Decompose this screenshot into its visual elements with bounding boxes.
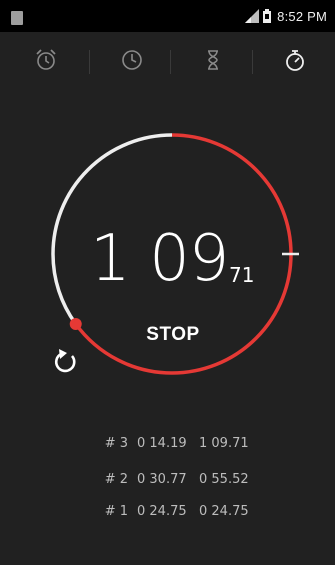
signal-icon bbox=[245, 9, 260, 23]
lap-row: # 2 0 30.77 0 55.52 bbox=[0, 472, 335, 494]
tab-stopwatch[interactable] bbox=[253, 32, 335, 88]
status-icons: 8:52 PM bbox=[245, 7, 327, 25]
elapsed-seconds: 1 09 bbox=[90, 222, 229, 296]
lap-total: 1 09.71 bbox=[199, 436, 249, 451]
tab-bar bbox=[0, 32, 335, 88]
lap-total: 0 24.75 bbox=[199, 504, 249, 519]
tab-alarm[interactable] bbox=[4, 32, 87, 88]
lap-total: 0 55.52 bbox=[199, 472, 249, 487]
lap-row: # 3 0 14.19 1 09.71 bbox=[0, 436, 335, 458]
battery-icon bbox=[263, 9, 272, 23]
stopwatch-icon bbox=[285, 50, 304, 71]
stopwatch-screen: 8:52 PM 1 09 71 STOP # 3 0 14.19 1 09.71… bbox=[0, 0, 335, 565]
lap-split: 0 30.77 bbox=[137, 472, 187, 487]
lap-row: # 1 0 24.75 0 24.75 bbox=[0, 504, 335, 526]
status-bar: 8:52 PM bbox=[0, 0, 335, 32]
clock-icon bbox=[121, 50, 142, 70]
stop-button[interactable]: STOP bbox=[135, 318, 211, 352]
alarm-clock-icon bbox=[35, 49, 56, 70]
lap-split: 0 14.19 bbox=[137, 436, 187, 451]
tab-timer[interactable] bbox=[171, 32, 254, 88]
tab-clock[interactable] bbox=[90, 32, 173, 88]
elapsed-hundredths: 71 bbox=[229, 263, 255, 287]
reset-button[interactable] bbox=[48, 343, 84, 379]
hourglass-icon bbox=[207, 50, 218, 70]
notification-icon bbox=[11, 11, 23, 25]
progress-marker bbox=[69, 317, 82, 330]
lap-split: 0 24.75 bbox=[137, 504, 187, 519]
status-time: 8:52 PM bbox=[277, 8, 327, 24]
lap-number: # 2 bbox=[104, 472, 128, 487]
reset-icon bbox=[54, 349, 76, 373]
lap-number: # 3 bbox=[104, 436, 128, 451]
lap-number: # 1 bbox=[104, 504, 128, 519]
